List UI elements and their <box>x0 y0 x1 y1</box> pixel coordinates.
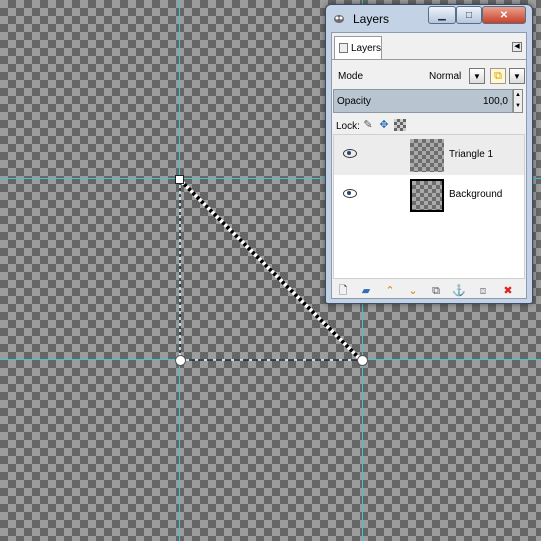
chain-icon: ⧉ <box>494 69 502 82</box>
maximize-icon: □ <box>465 9 473 21</box>
opacity-value[interactable]: 100,0 <box>483 96 508 107</box>
tab-layers[interactable]: Layers <box>334 36 382 59</box>
close-icon: ✕ <box>499 9 509 21</box>
layer-thumbnail <box>410 179 444 212</box>
chevron-down-icon: ▼ <box>513 71 521 81</box>
lock-alpha-icon[interactable] <box>394 119 406 131</box>
new-group-icon[interactable]: ▰ <box>358 284 374 298</box>
lock-label: Lock: <box>336 121 360 132</box>
layer-thumbnail <box>410 139 444 172</box>
opacity-label: Opacity <box>337 96 371 107</box>
layer-name: Background <box>449 189 503 200</box>
layers-dialog: Layers ▁ □ ✕ Layers ◀ Mode Normal ▼ ⧉ ▼ … <box>325 4 533 304</box>
mode-label: Mode <box>338 71 364 82</box>
tab-menu-icon[interactable]: ◀ <box>512 42 522 52</box>
mode-dropdown-button[interactable]: ▼ <box>469 68 485 84</box>
opacity-slider[interactable]: Opacity 100,0 <box>333 89 513 113</box>
layer-row-background[interactable]: Background <box>334 175 524 215</box>
duplicate-layer-icon[interactable]: ⧉ <box>428 284 444 298</box>
opacity-spinner[interactable]: ▲ ▼ <box>513 89 523 113</box>
tab-label: Layers <box>350 42 381 54</box>
tab-divider <box>332 59 526 60</box>
lock-position-icon[interactable]: ✥ <box>378 119 390 131</box>
anchor-handle-circle[interactable] <box>357 355 368 366</box>
eye-icon[interactable] <box>343 149 357 158</box>
chevron-down-icon: ▼ <box>473 71 481 81</box>
minimize-icon: ▁ <box>438 9 446 21</box>
layers-list: Triangle 1 Background <box>333 134 525 279</box>
mode-options-dropdown[interactable]: ▼ <box>509 68 525 84</box>
eye-icon[interactable] <box>343 189 357 198</box>
dialog-titlebar[interactable]: Layers ▁ □ ✕ <box>326 5 532 31</box>
layer-name: Triangle 1 <box>449 149 494 160</box>
maximize-button[interactable]: □ <box>456 6 482 24</box>
anchor-layer-icon[interactable]: ⚓ <box>451 284 467 298</box>
new-layer-icon[interactable]: 🗋 <box>335 284 351 298</box>
lock-pixels-icon[interactable]: ✎ <box>362 119 374 131</box>
layer-row-triangle[interactable]: Triangle 1 <box>334 135 524 175</box>
mode-select[interactable]: Normal <box>429 71 461 82</box>
layers-tab-icon <box>339 43 348 53</box>
close-button[interactable]: ✕ <box>482 6 526 24</box>
delete-layer-icon[interactable]: ✖ <box>500 284 516 298</box>
anchor-handle-circle[interactable] <box>175 355 186 366</box>
mode-chain-button[interactable]: ⧉ <box>490 68 506 84</box>
lower-layer-icon[interactable]: ⌄ <box>405 284 421 298</box>
minimize-button[interactable]: ▁ <box>428 6 456 24</box>
anchor-handle-square[interactable] <box>175 175 184 184</box>
merge-down-icon[interactable]: ⧈ <box>475 284 491 298</box>
dialog-title: Layers <box>353 12 390 26</box>
gimp-app-icon <box>334 15 344 23</box>
raise-layer-icon[interactable]: ⌃ <box>382 284 398 298</box>
dialog-content: Layers ◀ Mode Normal ▼ ⧉ ▼ Opacity 100,0… <box>331 32 527 299</box>
